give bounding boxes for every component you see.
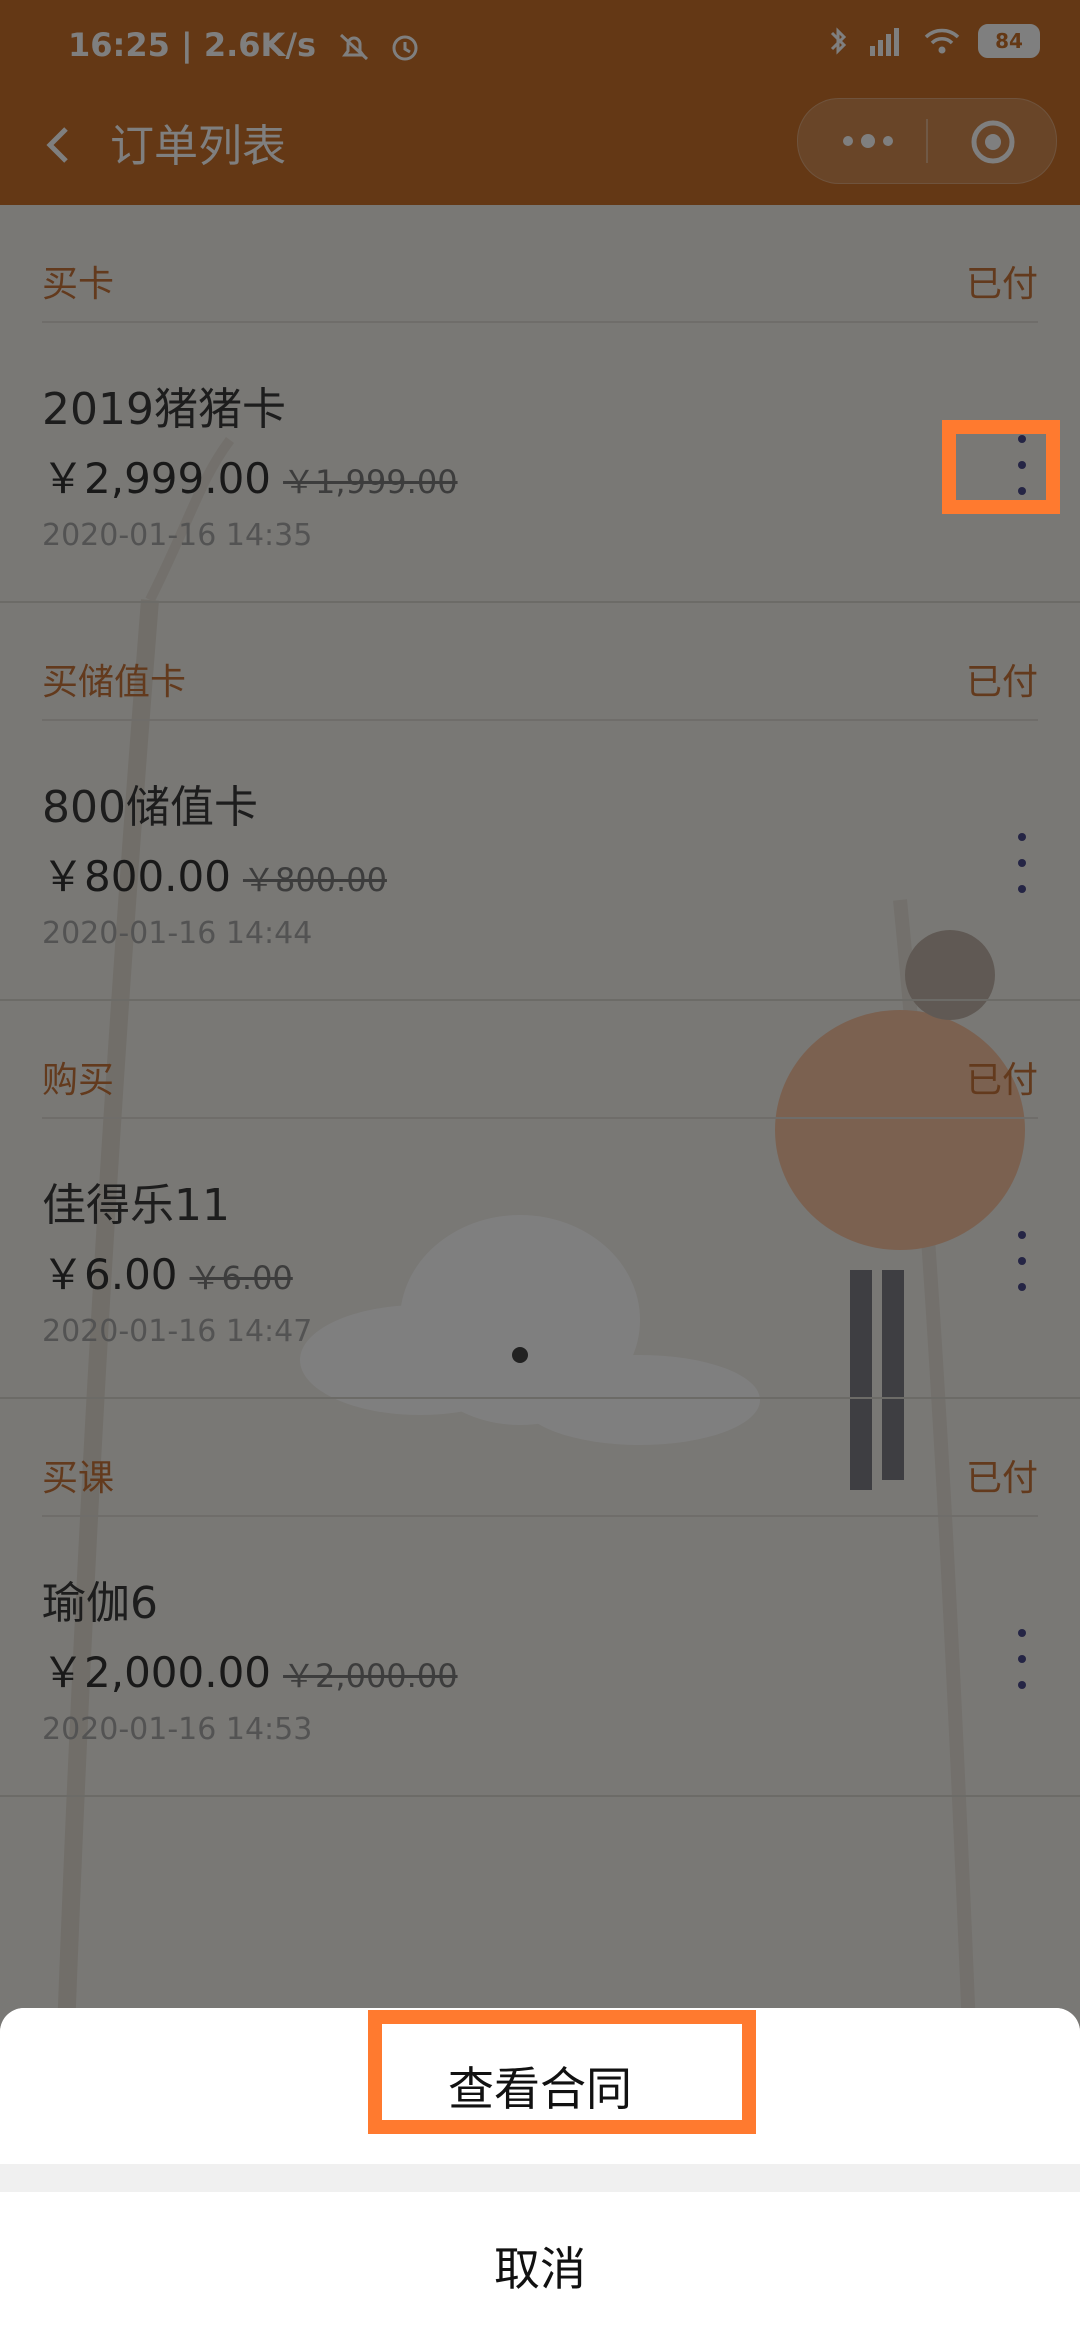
highlight-more-icon — [942, 420, 1060, 514]
action-sheet-divider — [0, 2164, 1080, 2192]
dim-overlay[interactable] — [0, 0, 1080, 2340]
highlight-view-contract — [368, 2010, 756, 2134]
cancel-button[interactable]: 取消 — [0, 2192, 1080, 2340]
